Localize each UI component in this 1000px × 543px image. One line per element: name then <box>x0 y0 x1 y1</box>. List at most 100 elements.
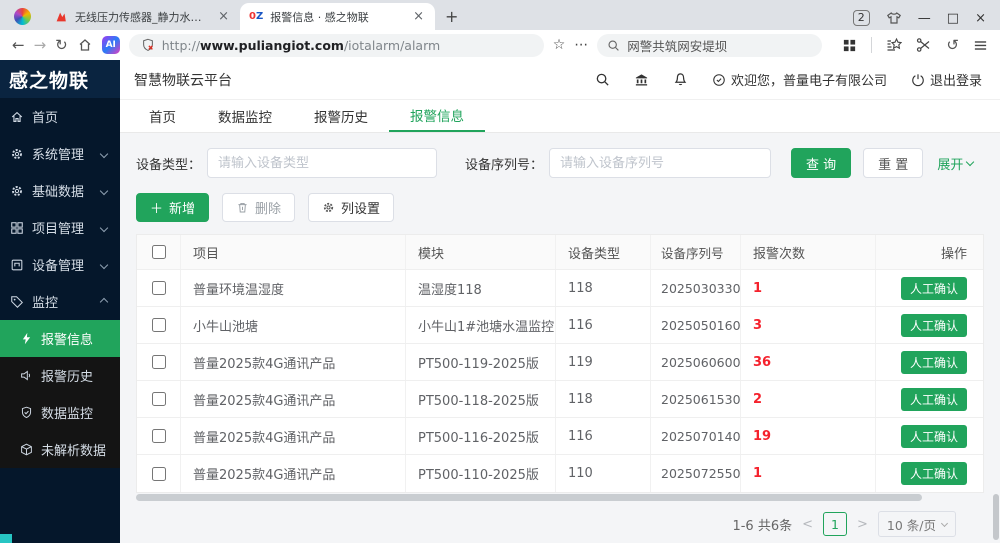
cell-module: PT500-119-2025版 <box>406 344 556 380</box>
pagination-summary: 1-6 共6条 <box>732 515 792 534</box>
tab-home[interactable]: 首页 <box>128 100 197 132</box>
browser-logo-icon[interactable] <box>14 8 31 25</box>
tab-close-icon[interactable]: × <box>216 9 231 24</box>
bell-icon[interactable] <box>673 72 688 87</box>
table-row: 普量2025款4G通讯产品 PT500-110-2025版 110 202507… <box>137 455 983 492</box>
search-icon[interactable] <box>595 72 610 87</box>
grid-icon <box>10 221 24 235</box>
row-checkbox[interactable] <box>152 392 166 406</box>
search-icon <box>607 39 620 52</box>
logout-button[interactable]: 退出登录 <box>911 70 982 89</box>
column-header[interactable]: 设备序列号 <box>651 235 741 269</box>
add-button[interactable]: ＋新增 <box>136 193 209 222</box>
browser-tab-inactive[interactable]: 无线压力传感器_静力水准仪_ × <box>45 3 240 30</box>
cell-project: 普量2025款4G通讯产品 <box>181 418 406 454</box>
cell-serial: 202506060001 <box>651 344 741 380</box>
row-checkbox[interactable] <box>152 281 166 295</box>
ai-assistant-icon[interactable]: AI <box>102 36 120 54</box>
next-page-button[interactable]: > <box>857 517 868 532</box>
delete-button[interactable]: 删除 <box>222 193 295 222</box>
column-header[interactable]: 报警次数 <box>741 235 876 269</box>
quick-search-box[interactable]: 网警共筑网安堤坝 <box>597 34 822 57</box>
manual-confirm-button[interactable]: 人工确认 <box>901 314 967 337</box>
bank-icon[interactable] <box>634 72 649 87</box>
favorites-list-icon[interactable] <box>886 37 902 53</box>
sidebar-subitem-unparsed-data[interactable]: 未解析数据 <box>0 431 120 468</box>
page-size-select[interactable]: 10 条/页 <box>878 511 956 537</box>
more-actions-icon[interactable]: ⋯ <box>574 37 588 53</box>
sidebar-subitem-alarm-history[interactable]: 报警历史 <box>0 357 120 394</box>
bookmark-star-icon[interactable]: ☆ <box>553 37 566 53</box>
gear-icon <box>10 184 24 198</box>
chevron-down-icon <box>966 157 974 165</box>
lightning-icon <box>20 332 33 345</box>
menu-icon[interactable] <box>973 38 988 53</box>
vertical-scrollbar-thumb[interactable] <box>993 494 999 540</box>
new-tab-button[interactable]: + <box>435 7 468 30</box>
horizontal-scrollbar[interactable] <box>136 494 922 501</box>
welcome-user[interactable]: 欢迎您，普量电子有限公司 <box>712 70 887 89</box>
close-button[interactable]: × <box>975 11 986 26</box>
home-button[interactable] <box>77 37 93 53</box>
sidebar-item-devices[interactable]: 设备管理 <box>0 246 120 283</box>
toolbar-extensions: ↺ <box>842 36 988 54</box>
row-checkbox[interactable] <box>152 355 166 369</box>
sidebar-item-monitor[interactable]: 监控 <box>0 283 120 320</box>
manual-confirm-button[interactable]: 人工确认 <box>901 462 967 485</box>
maximize-button[interactable]: □ <box>947 11 959 26</box>
sidebar: 感之物联 首页 系统管理 基础数据 项目管理 设 <box>0 60 120 543</box>
column-header[interactable]: 模块 <box>406 235 556 269</box>
tab-count-badge[interactable]: 2 <box>853 10 870 26</box>
user-status-icon <box>712 73 726 87</box>
table-header-row: 项目 模块 设备类型 设备序列号 报警次数 操作 <box>137 235 983 270</box>
sidebar-item-system[interactable]: 系统管理 <box>0 135 120 172</box>
expand-link[interactable]: 展开 <box>937 154 973 173</box>
forward-button[interactable]: → <box>34 36 47 54</box>
search-button[interactable]: 查 询 <box>791 148 851 178</box>
browser-tabstrip: 无线压力传感器_静力水准仪_ × 0Z 报警信息 · 感之物联 × + 2 — … <box>0 0 1000 30</box>
row-checkbox[interactable] <box>152 318 166 332</box>
cell-device-type: 118 <box>556 381 651 417</box>
cell-module: PT500-118-2025版 <box>406 381 556 417</box>
back-button[interactable]: ← <box>12 36 25 54</box>
browser-tab-active[interactable]: 0Z 报警信息 · 感之物联 × <box>240 3 435 30</box>
row-checkbox[interactable] <box>152 429 166 443</box>
tab-alarm-history[interactable]: 报警历史 <box>293 100 389 132</box>
undo-history-icon[interactable]: ↺ <box>946 36 959 54</box>
sidebar-item-basedata[interactable]: 基础数据 <box>0 172 120 209</box>
manual-confirm-button[interactable]: 人工确认 <box>901 388 967 411</box>
column-header[interactable]: 设备类型 <box>556 235 651 269</box>
shield-blocked-icon[interactable] <box>141 38 155 52</box>
site-favicon-icon <box>54 10 68 24</box>
tab-alarm-info[interactable]: 报警信息 <box>389 100 485 132</box>
prev-page-button[interactable]: < <box>802 517 813 532</box>
reload-button[interactable]: ↻ <box>55 36 68 54</box>
column-header[interactable]: 项目 <box>181 235 406 269</box>
tab-data-monitor[interactable]: 数据监控 <box>197 100 293 132</box>
tab-close-icon[interactable]: × <box>411 9 426 24</box>
select-all-checkbox[interactable] <box>152 245 166 259</box>
browser-toolbar: ← → ↻ AI http://www.puliangiot.com/iotal… <box>0 30 1000 60</box>
minimize-button[interactable]: — <box>918 11 931 26</box>
device-type-input[interactable] <box>207 148 437 178</box>
theme-shirt-icon[interactable] <box>886 10 902 26</box>
sidebar-item-home[interactable]: 首页 <box>0 98 120 135</box>
app-root: 感之物联 首页 系统管理 基础数据 项目管理 设 <box>0 60 1000 543</box>
url-bar[interactable]: http://www.puliangiot.com/iotalarm/alarm <box>129 34 544 57</box>
sidebar-subitem-data-monitor[interactable]: 数据监控 <box>0 394 120 431</box>
manual-confirm-button[interactable]: 人工确认 <box>901 425 967 448</box>
manual-confirm-button[interactable]: 人工确认 <box>901 351 967 374</box>
apps-grid-icon[interactable] <box>842 38 857 53</box>
cell-alarm-count: 2 <box>741 381 876 417</box>
device-icon <box>10 258 24 272</box>
manual-confirm-button[interactable]: 人工确认 <box>901 277 967 300</box>
reset-button[interactable]: 重 置 <box>863 148 923 178</box>
divider <box>871 37 872 53</box>
screenshot-scissors-icon[interactable] <box>916 37 932 53</box>
serial-input[interactable] <box>549 148 771 178</box>
row-checkbox[interactable] <box>152 467 166 481</box>
sidebar-item-projects[interactable]: 项目管理 <box>0 209 120 246</box>
column-settings-button[interactable]: 列设置 <box>308 193 394 222</box>
sidebar-subitem-alarm-info[interactable]: 报警信息 <box>0 320 120 357</box>
page-number-button[interactable]: 1 <box>823 512 847 536</box>
